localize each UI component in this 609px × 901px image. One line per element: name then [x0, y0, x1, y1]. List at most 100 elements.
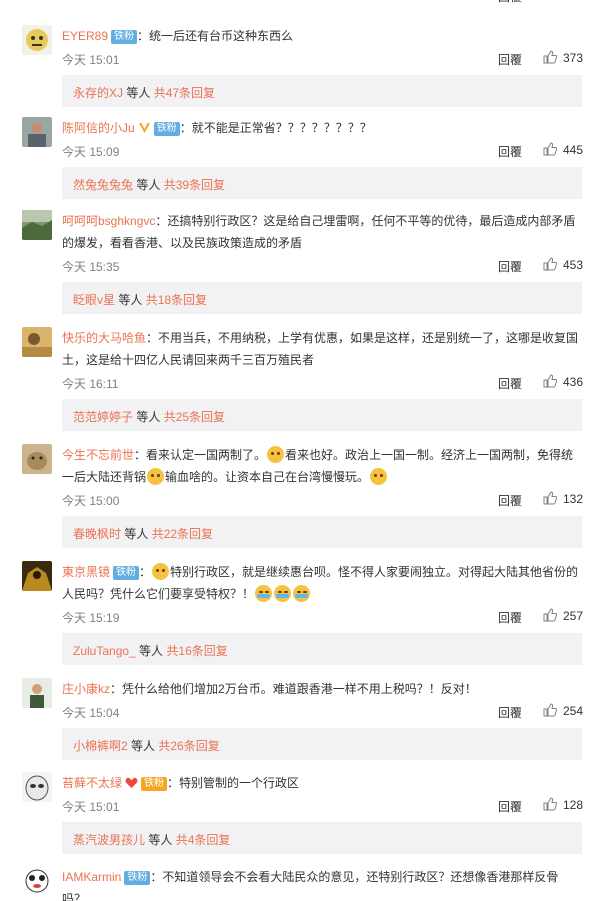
thumbs-up-icon: [543, 608, 557, 622]
like-button[interactable]: 128: [543, 796, 583, 812]
sub-reply-user[interactable]: 蒸汽波男孩儿: [73, 833, 145, 847]
thumbs-up-icon: [543, 703, 557, 717]
username[interactable]: IAMKarmin: [62, 870, 121, 884]
like-button[interactable]: 132: [543, 490, 583, 506]
username[interactable]: 東京黑镜: [62, 565, 110, 579]
like-count: 436: [563, 375, 584, 389]
sub-reply-user[interactable]: 然兔兔兔兔: [73, 178, 133, 192]
comment-time: 今天 15:09: [62, 145, 120, 159]
comment-text: ：统一后还有台币这种东西么: [137, 29, 294, 43]
thumbs-up-icon: [543, 257, 557, 271]
avatar[interactable]: [22, 25, 52, 55]
like-button[interactable]: 254: [543, 702, 583, 718]
reply-button[interactable]: 回覆: [498, 609, 522, 626]
sub-reply-count[interactable]: 共16条回复: [166, 644, 227, 658]
verified-icon: [138, 119, 151, 133]
fan-badge[interactable]: 铁粉: [124, 871, 151, 885]
emoji-icon: [147, 468, 165, 485]
sub-reply-user[interactable]: ZuluTango_: [73, 644, 136, 658]
avatar[interactable]: [22, 210, 52, 240]
avatar[interactable]: [22, 327, 52, 357]
reply-button[interactable]: 回覆: [498, 51, 522, 68]
sub-reply-count[interactable]: 共18条回复: [146, 293, 207, 307]
comment-text: ：看来认定一国两制了。: [134, 448, 267, 462]
comment-time: 今天 15:04: [62, 706, 120, 720]
previous-comment-meta: 回覆: [0, 0, 609, 8]
sub-reply-user[interactable]: 范范婷婷子: [73, 410, 133, 424]
sub-replies-summary[interactable]: 眨眼v星 等人 共18条回复: [62, 282, 582, 314]
emoji-icon: [267, 446, 285, 463]
username[interactable]: 今生不忘前世: [62, 448, 134, 462]
username[interactable]: 呵呵呵bsghkngvc: [62, 214, 155, 228]
sub-replies-summary[interactable]: 然兔兔兔兔 等人 共39条回复: [62, 167, 582, 199]
thumbs-up-icon: [543, 491, 557, 505]
comment-time: 今天 15:19: [62, 611, 120, 625]
sub-replies-summary[interactable]: ZuluTango_ 等人 共16条回复: [62, 633, 582, 665]
thumbs-up-icon: [543, 50, 557, 64]
username[interactable]: 陈阿信的小Ju: [62, 121, 135, 135]
avatar[interactable]: [22, 561, 52, 591]
comment-page: 回覆 EYER89铁粉：统一后还有台币这种东西么 今天 15:01 回覆 373…: [0, 0, 609, 901]
reply-button[interactable]: 回覆: [498, 704, 522, 721]
sub-reply-user[interactable]: 永存的XJ: [73, 86, 123, 100]
like-count: 257: [563, 609, 584, 623]
sub-replies-summary[interactable]: 范范婷婷子 等人 共25条回复: [62, 399, 582, 431]
sub-replies-summary[interactable]: 永存的XJ 等人 共47条回复: [62, 75, 582, 107]
avatar[interactable]: [22, 866, 52, 896]
comment-time: 今天 15:01: [62, 53, 120, 67]
username[interactable]: 苔藓不太绿: [62, 776, 122, 790]
heart-medal-icon: [125, 774, 138, 788]
sub-reply-user[interactable]: 春晚枫时: [73, 527, 121, 541]
comment-text: ：凭什么给他们增加2万台币。难道跟香港一样不用上税吗？！反对！: [110, 682, 477, 696]
avatar[interactable]: [22, 444, 52, 474]
crying-emoji-icon: [293, 585, 311, 602]
like-button[interactable]: 453: [543, 256, 583, 272]
comment-time: 今天 15:00: [62, 494, 120, 508]
like-count: 445: [563, 143, 584, 157]
like-button[interactable]: 436: [543, 373, 583, 389]
like-count: 373: [563, 51, 584, 65]
reply-button[interactable]: 回覆: [498, 492, 522, 509]
sub-reply-user[interactable]: 小棉裤啊2: [73, 739, 128, 753]
emoji-icon: [370, 468, 388, 485]
fan-badge[interactable]: 铁粉: [141, 777, 168, 791]
crying-emoji-icon: [274, 585, 292, 602]
sub-reply-count[interactable]: 共4条回复: [176, 833, 231, 847]
thumbs-up-icon: [543, 797, 557, 811]
sub-replies-summary[interactable]: 春晚枫时 等人 共22条回复: [62, 516, 582, 548]
like-count: 132: [563, 492, 584, 506]
like-button[interactable]: 257: [543, 607, 583, 623]
crying-emoji-icon: [255, 585, 273, 602]
sub-reply-count[interactable]: 共39条回复: [164, 178, 225, 192]
sub-reply-count[interactable]: 共26条回复: [158, 739, 219, 753]
username[interactable]: 快乐的大马哈鱼: [62, 331, 146, 345]
sub-replies-summary[interactable]: 小棉裤啊2 等人 共26条回复: [62, 728, 582, 760]
avatar[interactable]: [22, 117, 52, 147]
username[interactable]: 庄小康kz: [62, 682, 110, 696]
sub-reply-user[interactable]: 眨眼v星: [73, 293, 115, 307]
comment-text: ：就不能是正常省？？？？？？？？: [179, 121, 372, 135]
reply-button[interactable]: 回覆: [498, 258, 522, 275]
username[interactable]: EYER89: [62, 29, 108, 43]
fan-badge[interactable]: 铁粉: [153, 122, 180, 136]
sub-replies-summary[interactable]: 蒸汽波男孩儿 等人 共4条回复: [62, 822, 582, 854]
reply-button[interactable]: 回覆: [498, 0, 522, 5]
emoji-icon: [152, 563, 170, 580]
sub-reply-count[interactable]: 共22条回复: [152, 527, 213, 541]
reply-button[interactable]: 回覆: [498, 375, 522, 392]
like-button[interactable]: 373: [543, 49, 583, 65]
comment-time: 今天 15:01: [62, 800, 120, 814]
reply-button[interactable]: 回覆: [498, 143, 522, 160]
avatar[interactable]: [22, 678, 52, 708]
reply-button[interactable]: 回覆: [498, 798, 522, 815]
sub-reply-count[interactable]: 共47条回复: [154, 86, 215, 100]
fan-badge[interactable]: 铁粉: [111, 30, 138, 44]
avatar[interactable]: [22, 772, 52, 802]
comment-time: 今天 16:11: [62, 377, 119, 391]
fan-badge[interactable]: 铁粉: [113, 566, 140, 580]
like-button[interactable]: 445: [543, 141, 583, 157]
thumbs-up-icon: [543, 142, 557, 156]
sub-reply-count[interactable]: 共25条回复: [164, 410, 225, 424]
comment-text: ：特别管制的一个行政区: [167, 776, 300, 790]
like-count: 453: [563, 258, 584, 272]
